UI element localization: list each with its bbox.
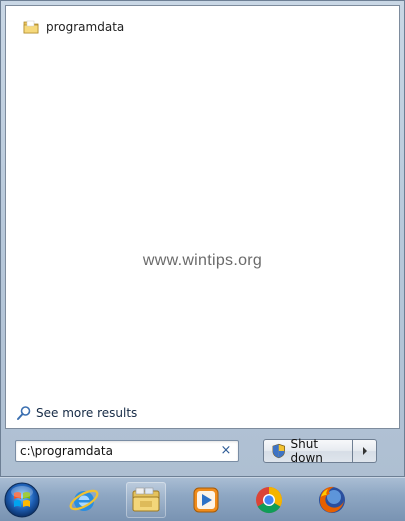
see-more-results-link[interactable]: See more results xyxy=(16,405,137,421)
magnifier-icon xyxy=(17,406,31,420)
see-more-results-label: See more results xyxy=(36,406,138,420)
taskbar-chrome[interactable] xyxy=(249,482,289,518)
taskbar xyxy=(0,477,405,521)
media-player-icon xyxy=(193,487,219,513)
folder-library-icon xyxy=(132,487,160,512)
chevron-right-icon xyxy=(362,447,367,455)
ie-icon xyxy=(69,489,99,511)
shutdown-control: Shut down xyxy=(263,437,377,465)
taskbar-firefox[interactable] xyxy=(312,482,352,518)
search-results-pane: programdata www.wintips.org See more res… xyxy=(5,5,400,429)
shutdown-button[interactable]: Shut down xyxy=(263,437,353,465)
shutdown-options-button[interactable] xyxy=(353,439,377,463)
search-box[interactable]: × xyxy=(15,440,239,462)
result-item-label: programdata xyxy=(46,20,125,34)
uac-shield-icon xyxy=(272,443,285,459)
folder-icon xyxy=(23,20,39,34)
start-menu: programdata www.wintips.org See more res… xyxy=(0,0,405,477)
taskbar-media-player[interactable] xyxy=(186,482,226,518)
firefox-icon xyxy=(319,486,345,513)
shutdown-label: Shut down xyxy=(290,437,323,465)
taskbar-windows-explorer[interactable] xyxy=(126,482,166,518)
start-button[interactable] xyxy=(2,482,42,518)
clear-search-icon[interactable]: × xyxy=(220,443,232,459)
search-input[interactable] xyxy=(20,442,216,460)
taskbar-internet-explorer[interactable] xyxy=(64,482,104,518)
result-item-programdata[interactable]: programdata xyxy=(22,16,124,38)
windows-logo-icon xyxy=(4,482,40,518)
chrome-icon xyxy=(256,486,283,514)
watermark: www.wintips.org xyxy=(142,252,263,269)
